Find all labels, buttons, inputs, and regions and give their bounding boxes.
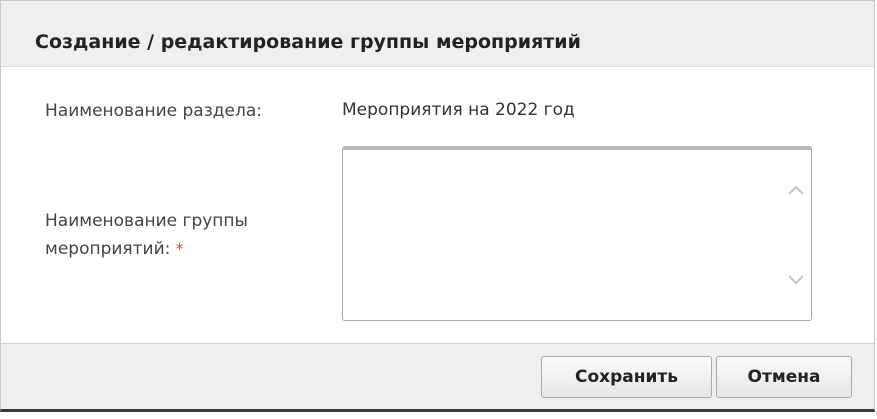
- section-name-label: Наименование раздела:: [45, 101, 262, 121]
- scroll-down-button[interactable]: [781, 260, 811, 300]
- dialog-footer: Сохранить Отмена: [1, 343, 874, 409]
- textarea-scrollbar[interactable]: [781, 150, 811, 320]
- group-name-label-line2: мероприятий:: [45, 239, 171, 259]
- required-marker: *: [175, 240, 184, 258]
- scroll-up-button[interactable]: [781, 170, 811, 210]
- group-name-label-line2-row: мероприятий: *: [45, 235, 248, 263]
- group-name-label: Наименование группы мероприятий: *: [45, 207, 248, 263]
- group-name-label-line1: Наименование группы: [45, 211, 248, 231]
- dialog-titlebar: Создание / редактирование группы меропри…: [1, 1, 874, 67]
- section-name-value: Мероприятия на 2022 год: [342, 100, 575, 120]
- chevron-up-icon: [788, 185, 804, 195]
- dialog-title: Создание / редактирование группы меропри…: [35, 31, 581, 53]
- chevron-down-icon: [788, 275, 804, 285]
- group-name-field[interactable]: [342, 146, 812, 321]
- cancel-button[interactable]: Отмена: [716, 356, 852, 398]
- save-button[interactable]: Сохранить: [541, 356, 712, 398]
- group-name-textarea[interactable]: [343, 150, 781, 320]
- dialog: Создание / редактирование группы меропри…: [0, 0, 875, 412]
